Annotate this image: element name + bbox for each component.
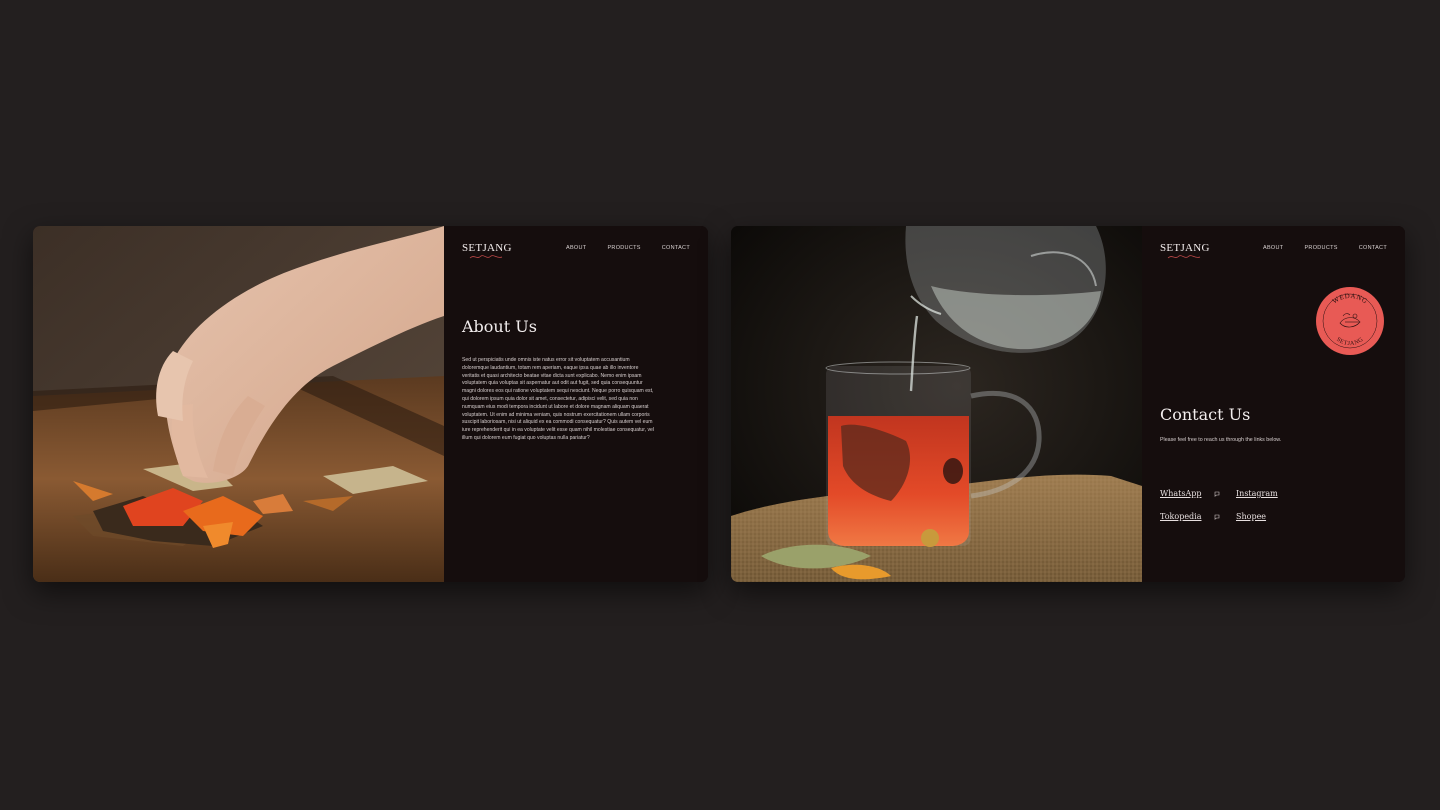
nav-products[interactable]: PRODUCTS [607,245,640,251]
chat-bubble-icon [1214,491,1220,497]
contact-panel: SETJANG ABOUT PRODUCTS CONTACT WEDANG SE… [1142,226,1405,582]
whatsapp-link[interactable]: WhatsApp [1160,489,1201,498]
about-page-mockup: SETJANG ABOUT PRODUCTS CONTACT About Us … [33,226,708,582]
contact-page-mockup: SETJANG ABOUT PRODUCTS CONTACT WEDANG SE… [731,226,1405,582]
about-panel: SETJANG ABOUT PRODUCTS CONTACT About Us … [444,226,708,582]
wedang-setjang-badge: WEDANG SETJANG [1316,287,1384,355]
nav-about[interactable]: ABOUT [566,245,586,251]
logo-script-icon [469,255,503,259]
instagram-link[interactable]: Instagram [1236,489,1278,498]
nav-products[interactable]: PRODUCTS [1304,245,1337,251]
tea-pouring-photo [731,226,1142,582]
contact-subtext: Please feel free to reach us through the… [1160,437,1282,443]
brand-logo[interactable]: SETJANG [462,242,512,259]
logo-script-icon [1167,255,1201,259]
brand-logo[interactable]: SETJANG [1160,242,1210,259]
nav-contact[interactable]: CONTACT [1359,245,1387,251]
contact-heading: Contact Us [1160,405,1251,424]
about-body: Sed ut perspiciatis unde omnis iste natu… [462,357,654,441]
chat-bubble-icon [1214,514,1220,520]
hand-spices-photo [33,226,444,582]
tokopedia-link[interactable]: Tokopedia [1160,512,1202,521]
about-heading: About Us [462,317,537,336]
top-nav: ABOUT PRODUCTS CONTACT [566,245,690,251]
top-nav: ABOUT PRODUCTS CONTACT [1263,245,1387,251]
nav-contact[interactable]: CONTACT [662,245,690,251]
nav-about[interactable]: ABOUT [1263,245,1283,251]
contact-links: WhatsApp Instagram Tokopedia Shopee [1160,489,1300,535]
shopee-link[interactable]: Shopee [1236,512,1266,521]
